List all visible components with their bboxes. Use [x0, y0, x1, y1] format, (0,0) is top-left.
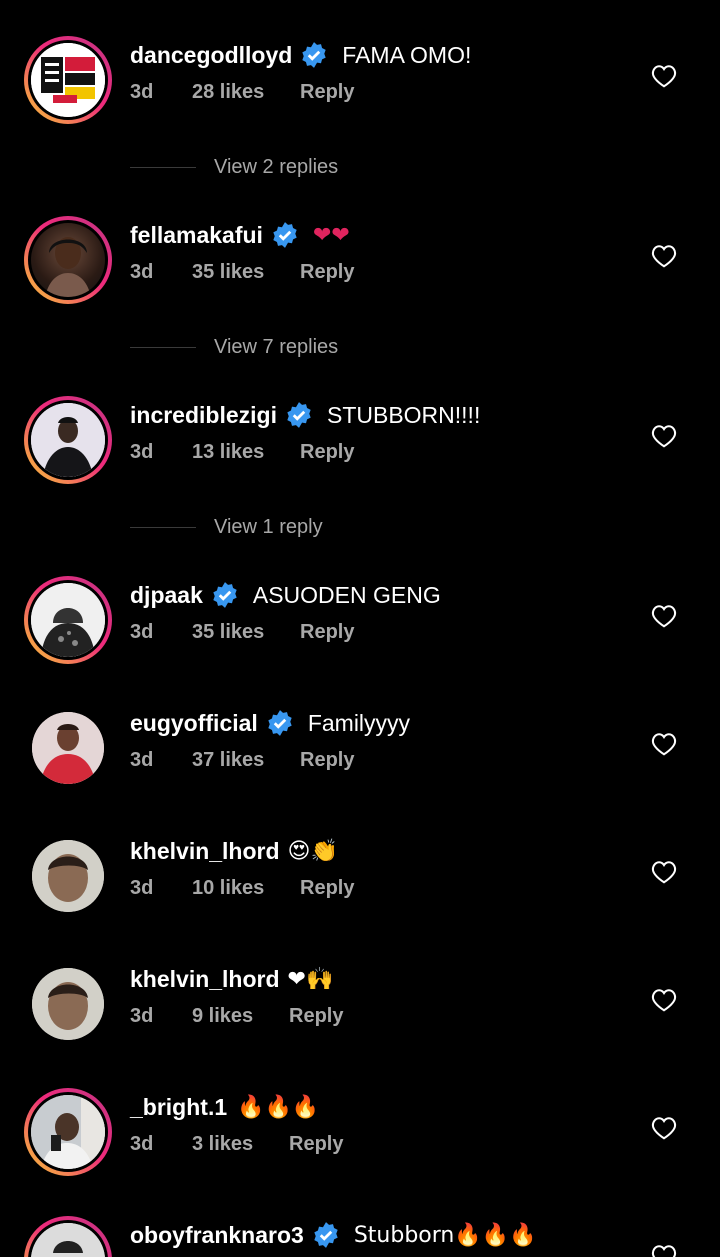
profile-photo	[32, 712, 104, 784]
comment-text: 🔥🔥🔥	[237, 1094, 320, 1120]
heart-outline-icon[interactable]	[651, 732, 677, 756]
likes-count[interactable]: 10 likes	[192, 877, 300, 900]
username[interactable]: fellamakafui	[130, 222, 263, 249]
divider	[130, 526, 196, 528]
comment-item: eugyofficial Familyyyy 3d 37 likes Reply	[0, 704, 720, 814]
avatar[interactable]	[24, 1088, 112, 1176]
comment-text: 😍👏	[287, 838, 338, 864]
comment-text: ❤❤	[312, 222, 350, 248]
heart-outline-icon[interactable]	[651, 860, 677, 884]
divider	[130, 166, 196, 168]
comment-item: dancegodlloyd FAMA OMO! 3d 28 likes Repl…	[0, 36, 720, 146]
heart-outline-icon[interactable]	[651, 988, 677, 1012]
comment-item: _bright.1 🔥🔥🔥 3d 3 likes Reply	[0, 1088, 720, 1198]
reply-button[interactable]: Reply	[300, 441, 354, 464]
comment-age: 3d	[130, 260, 154, 283]
heart-outline-icon[interactable]	[651, 604, 677, 628]
likes-count[interactable]: 28 likes	[192, 81, 300, 104]
comment-item: djpaak ASUODEN GENG 3d 35 likes Reply	[0, 576, 720, 686]
comment-age: 3d	[130, 80, 154, 103]
view-replies-label: View 2 replies	[214, 155, 339, 178]
avatar[interactable]	[24, 960, 112, 1048]
comment-age: 3d	[130, 620, 154, 643]
reply-button[interactable]: Reply	[289, 1133, 343, 1156]
username[interactable]: khelvin_lhord	[130, 838, 280, 865]
comment-age: 3d	[130, 1132, 154, 1155]
avatar[interactable]	[24, 832, 112, 920]
reply-button[interactable]: Reply	[289, 1005, 343, 1028]
view-replies-label: View 7 replies	[214, 335, 339, 358]
avatar[interactable]	[24, 396, 112, 484]
comment-text: Stubborn🔥🔥🔥	[353, 1222, 537, 1248]
profile-photo	[31, 583, 105, 657]
dancegod-logo-icon	[31, 43, 105, 117]
comment-text: FAMA OMO!	[342, 41, 472, 68]
comment-age: 3d	[130, 440, 154, 463]
likes-count[interactable]: 35 likes	[192, 621, 300, 644]
reply-button[interactable]: Reply	[300, 749, 354, 772]
comment-text: ❤🙌	[287, 966, 334, 992]
likes-count[interactable]: 37 likes	[192, 749, 300, 772]
comment-age: 3d	[130, 748, 154, 771]
heart-outline-icon[interactable]	[651, 64, 677, 88]
profile-photo	[32, 968, 104, 1040]
profile-photo	[31, 403, 105, 477]
view-replies-button[interactable]: View 7 replies	[130, 332, 530, 362]
likes-count[interactable]: 3 likes	[192, 1133, 289, 1156]
avatar[interactable]	[24, 216, 112, 304]
divider	[130, 346, 196, 348]
view-replies-label: View 1 reply	[214, 515, 323, 538]
likes-count[interactable]: 35 likes	[192, 261, 300, 284]
heart-outline-icon[interactable]	[651, 1116, 677, 1140]
heart-outline-icon[interactable]	[651, 1244, 677, 1257]
comment-text: ASUODEN GENG	[252, 581, 441, 608]
comment-age: 3d	[130, 876, 154, 899]
comment-text: STUBBORN!!!!	[326, 401, 481, 428]
comment-item: khelvin_lhord 😍👏 3d 10 likes Reply	[0, 832, 720, 942]
profile-photo	[32, 840, 104, 912]
comment-item: khelvin_lhord ❤🙌 3d 9 likes Reply	[0, 960, 720, 1070]
comment-item: incrediblezigi STUBBORN!!!! 3d 13 likes …	[0, 396, 720, 506]
verified-badge-icon	[268, 710, 292, 736]
username[interactable]: khelvin_lhord	[130, 966, 280, 993]
profile-photo	[31, 1095, 105, 1169]
heart-outline-icon[interactable]	[651, 424, 677, 448]
verified-badge-icon	[314, 1222, 338, 1248]
likes-count[interactable]: 9 likes	[192, 1005, 289, 1028]
comment-item: oboyfranknaro3 Stubborn🔥🔥🔥	[0, 1216, 720, 1257]
username[interactable]: djpaak	[130, 582, 203, 609]
username[interactable]: _bright.1	[130, 1094, 227, 1121]
view-replies-button[interactable]: View 2 replies	[130, 152, 530, 182]
verified-badge-icon	[213, 582, 237, 608]
username[interactable]: dancegodlloyd	[130, 42, 292, 69]
heart-outline-icon[interactable]	[651, 244, 677, 268]
verified-badge-icon	[287, 402, 311, 428]
username[interactable]: incrediblezigi	[130, 402, 277, 429]
verified-badge-icon	[302, 42, 326, 68]
reply-button[interactable]: Reply	[300, 877, 354, 900]
reply-button[interactable]: Reply	[300, 81, 354, 104]
avatar[interactable]	[24, 1216, 112, 1257]
avatar[interactable]	[24, 36, 112, 124]
likes-count[interactable]: 13 likes	[192, 441, 300, 464]
username[interactable]: eugyofficial	[130, 710, 258, 737]
avatar[interactable]	[24, 576, 112, 664]
reply-button[interactable]: Reply	[300, 621, 354, 644]
view-replies-button[interactable]: View 1 reply	[130, 512, 530, 542]
avatar[interactable]	[24, 704, 112, 792]
verified-badge-icon	[273, 222, 297, 248]
comment-text: Familyyyy	[307, 709, 411, 736]
comment-age: 3d	[130, 1004, 154, 1027]
profile-photo	[45, 237, 91, 297]
username[interactable]: oboyfranknaro3	[130, 1222, 304, 1249]
comment-item: fellamakafui ❤❤ 3d 35 likes Reply	[0, 216, 720, 326]
reply-button[interactable]: Reply	[300, 261, 354, 284]
